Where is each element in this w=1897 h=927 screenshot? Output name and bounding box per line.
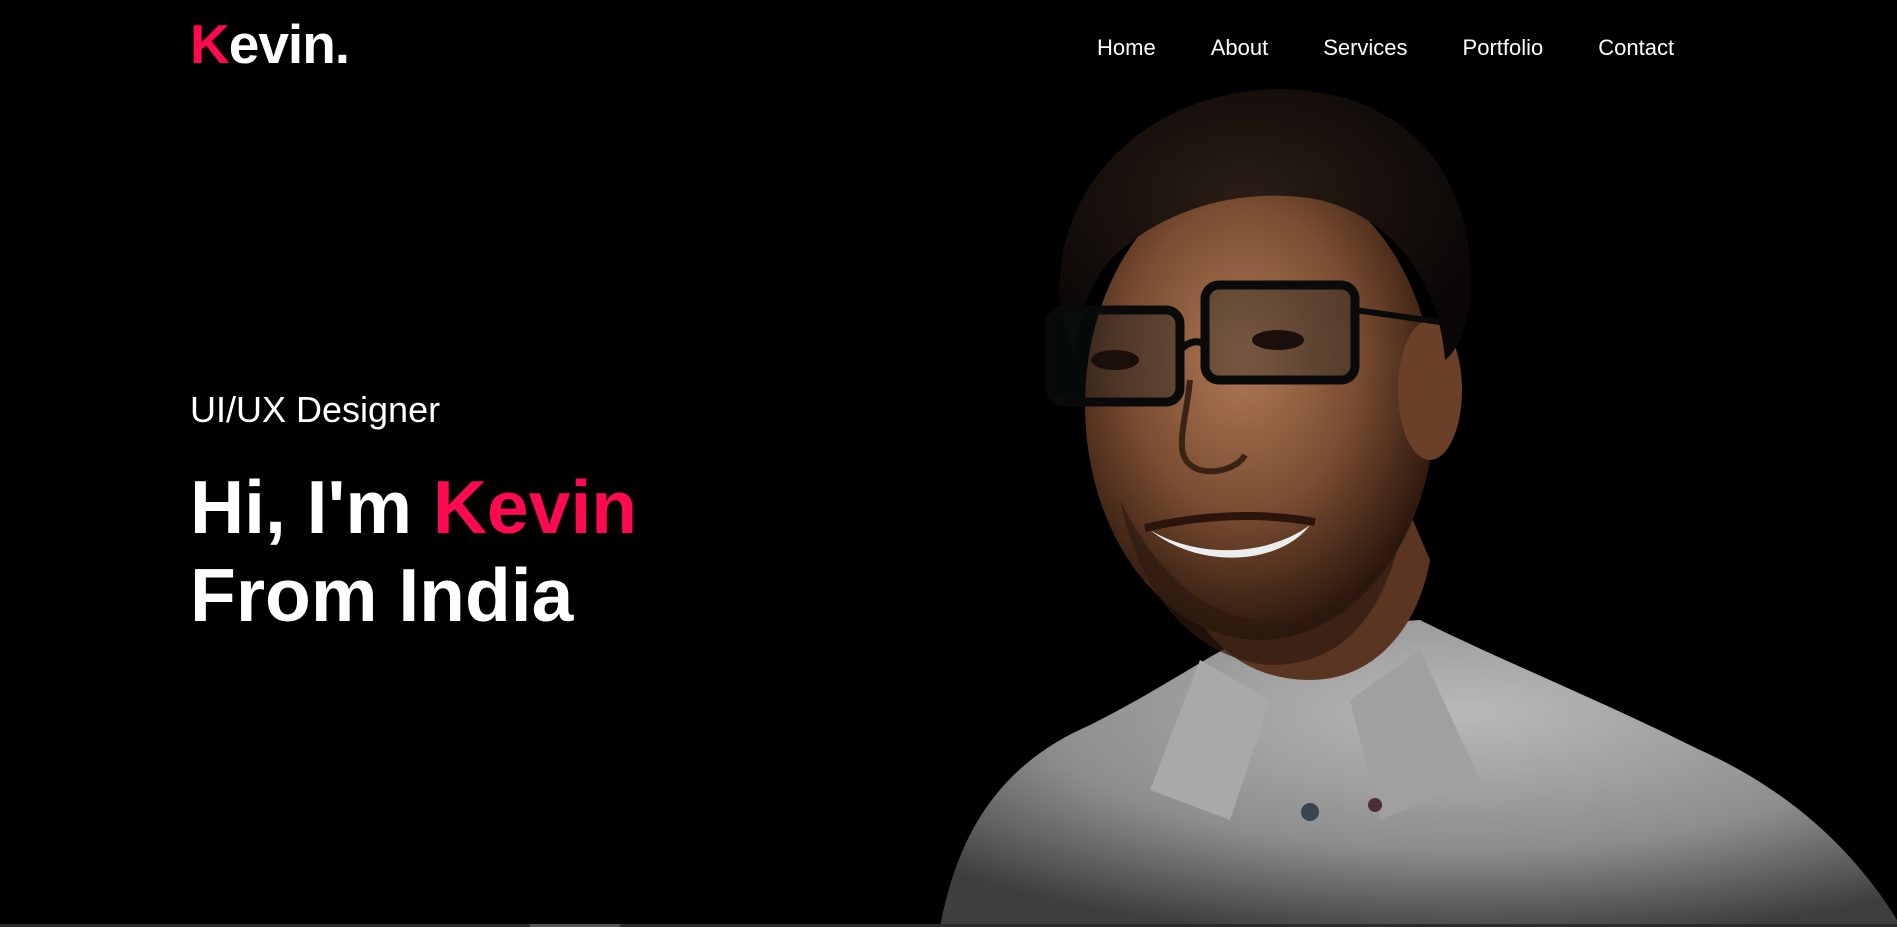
hero-title-prefix: Hi, I'm — [190, 465, 433, 549]
logo-rest: evin. — [228, 13, 350, 75]
hero-title-line2: From India — [190, 553, 574, 637]
nav-about-link[interactable]: About — [1211, 37, 1269, 59]
hero-page: Kevin. Home About Services Portfolio Con… — [0, 0, 1897, 927]
nav-services-link[interactable]: Services — [1323, 37, 1407, 59]
logo-initial: K — [190, 13, 230, 75]
hero-subtitle: UI/UX Designer — [190, 389, 441, 430]
main-nav: Home About Services Portfolio Contact — [1097, 37, 1674, 59]
hero-title-name: Kevin — [432, 465, 638, 549]
nav-contact-link[interactable]: Contact — [1598, 37, 1674, 59]
nav-portfolio-link[interactable]: Portfolio — [1463, 37, 1544, 59]
brand-logo[interactable]: Kevin. — [190, 17, 350, 72]
nav-home-link[interactable]: Home — [1097, 37, 1156, 59]
hero-title: Hi, I'm Kevin From India — [190, 463, 637, 639]
portrait-image — [940, 89, 1897, 927]
